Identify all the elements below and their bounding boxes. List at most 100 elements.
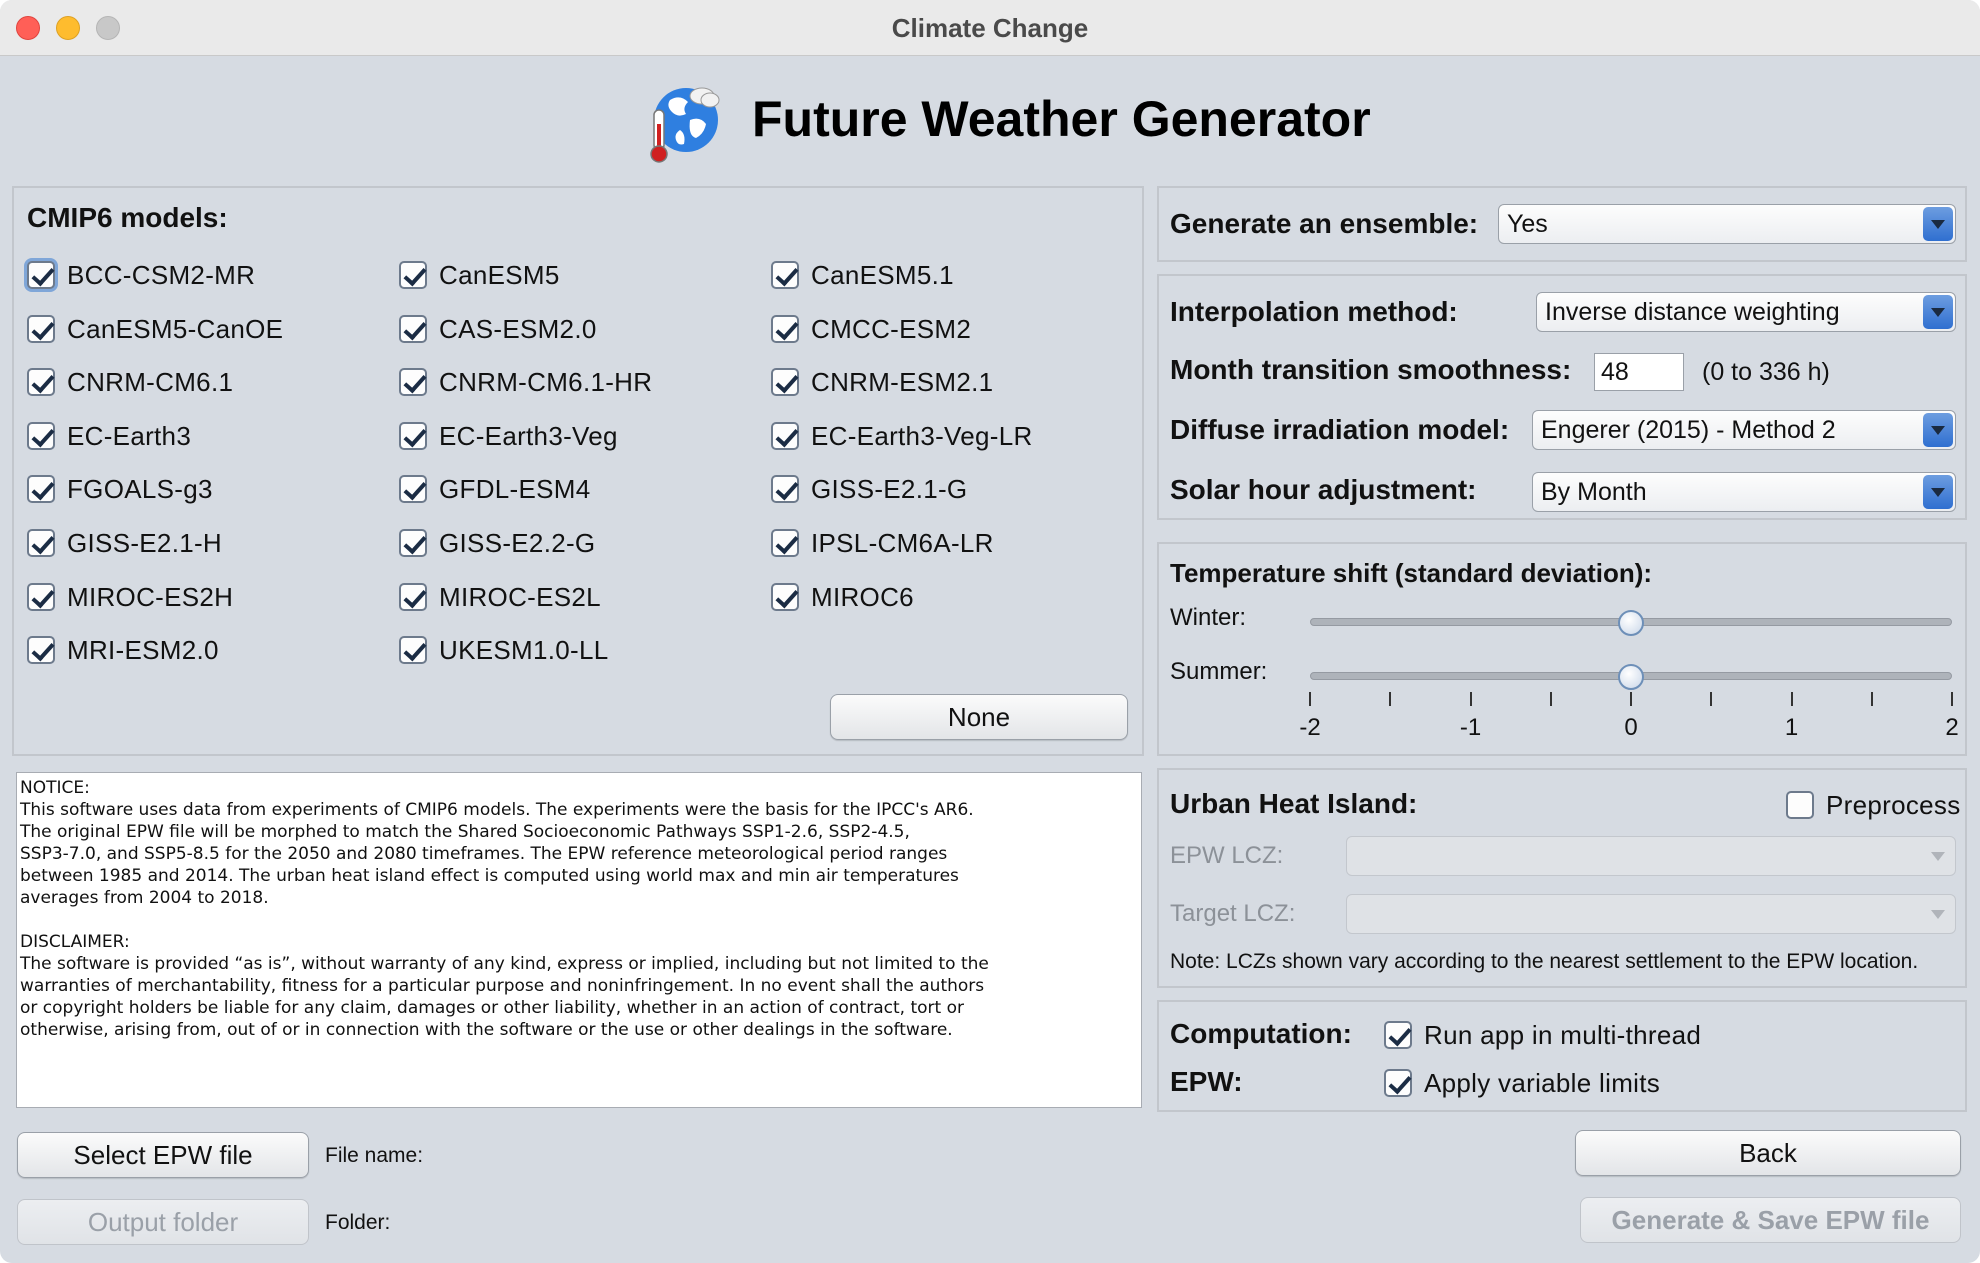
uhi-panel: Urban Heat Island: Preprocess EPW LCZ: T… bbox=[1157, 768, 1967, 988]
epw-lcz-select[interactable] bbox=[1346, 836, 1956, 876]
temperature-title: Temperature shift (standard deviation): bbox=[1170, 558, 1653, 588]
slider-tick bbox=[1951, 692, 1953, 706]
summer-slider-thumb[interactable] bbox=[1618, 664, 1644, 690]
limits-checkbox[interactable] bbox=[1384, 1069, 1412, 1097]
chevron-down-icon bbox=[1923, 897, 1953, 931]
model-checkbox-item[interactable]: GISS-E2.2-G bbox=[399, 526, 595, 560]
model-checkbox[interactable] bbox=[399, 529, 427, 557]
interpolation-select[interactable]: Inverse distance weighting bbox=[1536, 292, 1956, 332]
model-checkbox-item[interactable]: GISS-E2.1-H bbox=[27, 526, 222, 560]
model-checkbox[interactable] bbox=[771, 529, 799, 557]
model-checkbox-item[interactable]: CNRM-CM6.1 bbox=[27, 365, 233, 399]
multithread-checkbox-item[interactable]: Run app in multi-thread bbox=[1384, 1018, 1701, 1052]
ensemble-label: Generate an ensemble: bbox=[1170, 208, 1479, 239]
model-checkbox[interactable] bbox=[399, 475, 427, 503]
model-checkbox[interactable] bbox=[27, 422, 55, 450]
model-checkbox-item[interactable]: CAS-ESM2.0 bbox=[399, 312, 597, 346]
model-checkbox[interactable] bbox=[399, 315, 427, 343]
model-checkbox[interactable] bbox=[771, 422, 799, 450]
model-label: MRI-ESM2.0 bbox=[67, 634, 219, 665]
model-checkbox-item[interactable]: IPSL-CM6A-LR bbox=[771, 526, 994, 560]
notice-body: This software uses data from experiments… bbox=[20, 800, 974, 908]
model-checkbox-item[interactable]: MRI-ESM2.0 bbox=[27, 633, 219, 667]
winter-label: Winter: bbox=[1170, 604, 1247, 631]
model-checkbox-item[interactable]: CMCC-ESM2 bbox=[771, 312, 971, 346]
model-checkbox[interactable] bbox=[771, 368, 799, 396]
slider-tick-label: 1 bbox=[1784, 714, 1799, 741]
title-bar: Climate Change bbox=[0, 0, 1980, 56]
model-checkbox[interactable] bbox=[399, 636, 427, 664]
chevron-down-icon bbox=[1923, 839, 1953, 873]
model-checkbox[interactable] bbox=[771, 261, 799, 289]
summer-label: Summer: bbox=[1170, 658, 1268, 685]
ensemble-select[interactable]: Yes bbox=[1498, 204, 1956, 244]
model-checkbox-item[interactable]: MIROC6 bbox=[771, 580, 914, 614]
model-checkbox[interactable] bbox=[27, 583, 55, 611]
model-label: EC-Earth3-Veg bbox=[439, 420, 618, 451]
model-label: CNRM-ESM2.1 bbox=[811, 366, 994, 397]
limits-checkbox-item[interactable]: Apply variable limits bbox=[1384, 1066, 1660, 1100]
app-title: Future Weather Generator bbox=[752, 91, 1371, 147]
folder-label: Folder: bbox=[325, 1211, 391, 1234]
model-label: CNRM-CM6.1 bbox=[67, 366, 234, 397]
multithread-checkbox[interactable] bbox=[1384, 1021, 1412, 1049]
notice-textarea[interactable]: NOTICE: This software uses data from exp… bbox=[16, 772, 1142, 1108]
winter-slider-thumb[interactable] bbox=[1618, 610, 1644, 636]
diffuse-select[interactable]: Engerer (2015) - Method 2 bbox=[1532, 410, 1956, 450]
model-checkbox-item[interactable]: EC-Earth3 bbox=[27, 419, 191, 453]
model-checkbox[interactable] bbox=[27, 529, 55, 557]
model-checkbox-item[interactable]: FGOALS-g3 bbox=[27, 472, 213, 506]
model-checkbox-item[interactable]: EC-Earth3-Veg bbox=[399, 419, 618, 453]
chevron-down-icon bbox=[1923, 295, 1953, 329]
ensemble-value: Yes bbox=[1507, 209, 1548, 238]
none-button[interactable]: None bbox=[830, 694, 1128, 740]
model-checkbox[interactable] bbox=[27, 475, 55, 503]
model-checkbox[interactable] bbox=[771, 583, 799, 611]
smoothness-label: Month transition smoothness: bbox=[1170, 354, 1572, 385]
model-checkbox[interactable] bbox=[27, 636, 55, 664]
model-checkbox-item[interactable]: GISS-E2.1-G bbox=[771, 472, 967, 506]
model-checkbox[interactable] bbox=[27, 368, 55, 396]
model-checkbox-item[interactable]: MIROC-ES2L bbox=[399, 580, 601, 614]
model-checkbox-item[interactable]: CNRM-ESM2.1 bbox=[771, 365, 993, 399]
disclaimer-heading: DISCLAIMER: bbox=[20, 932, 130, 952]
model-checkbox-item[interactable]: BCC-CSM2-MR bbox=[27, 258, 255, 292]
model-checkbox[interactable] bbox=[27, 315, 55, 343]
model-checkbox[interactable] bbox=[399, 422, 427, 450]
model-checkbox-item[interactable]: EC-Earth3-Veg-LR bbox=[771, 419, 1033, 453]
model-checkbox[interactable] bbox=[399, 583, 427, 611]
interpolation-label: Interpolation method: bbox=[1170, 296, 1458, 327]
model-label: EC-Earth3-Veg-LR bbox=[811, 420, 1033, 451]
model-label: CanESM5.1 bbox=[811, 259, 954, 290]
model-checkbox[interactable] bbox=[771, 315, 799, 343]
back-button[interactable]: Back bbox=[1575, 1130, 1961, 1176]
model-label: FGOALS-g3 bbox=[67, 473, 213, 504]
model-checkbox-item[interactable]: GFDL-ESM4 bbox=[399, 472, 591, 506]
preprocess-checkbox-item[interactable]: Preprocess bbox=[1786, 788, 1961, 822]
model-checkbox-item[interactable]: CanESM5-CanOE bbox=[27, 312, 283, 346]
model-checkbox-item[interactable]: CanESM5.1 bbox=[771, 258, 954, 292]
model-label: MIROC-ES2H bbox=[67, 581, 234, 612]
model-checkbox-item[interactable]: MIROC-ES2H bbox=[27, 580, 233, 614]
epw-lcz-label: EPW LCZ: bbox=[1170, 842, 1284, 869]
select-epw-file-button[interactable]: Select EPW file bbox=[17, 1132, 309, 1178]
output-folder-button[interactable]: Output folder bbox=[17, 1199, 309, 1245]
model-checkbox[interactable] bbox=[771, 475, 799, 503]
preprocess-checkbox[interactable] bbox=[1786, 791, 1814, 819]
ensemble-panel: Generate an ensemble: Yes bbox=[1157, 186, 1967, 262]
target-lcz-select[interactable] bbox=[1346, 894, 1956, 934]
model-checkbox-item[interactable]: UKESM1.0-LL bbox=[399, 633, 608, 667]
smoothness-input[interactable]: 48 bbox=[1594, 353, 1684, 391]
slider-tick bbox=[1309, 692, 1311, 706]
generate-save-button[interactable]: Generate & Save EPW file bbox=[1580, 1197, 1961, 1243]
model-checkbox[interactable] bbox=[399, 261, 427, 289]
model-checkbox[interactable] bbox=[27, 261, 55, 289]
diffuse-label: Diffuse irradiation model: bbox=[1170, 414, 1510, 445]
model-checkbox-item[interactable]: CNRM-CM6.1-HR bbox=[399, 365, 652, 399]
computation-label: Computation: bbox=[1170, 1018, 1352, 1049]
model-checkbox-item[interactable]: CanESM5 bbox=[399, 258, 560, 292]
solar-hour-select[interactable]: By Month bbox=[1532, 472, 1956, 512]
disclaimer-body: The software is provided “as is”, withou… bbox=[20, 954, 989, 1040]
limits-label: Apply variable limits bbox=[1424, 1067, 1661, 1098]
model-checkbox[interactable] bbox=[399, 368, 427, 396]
